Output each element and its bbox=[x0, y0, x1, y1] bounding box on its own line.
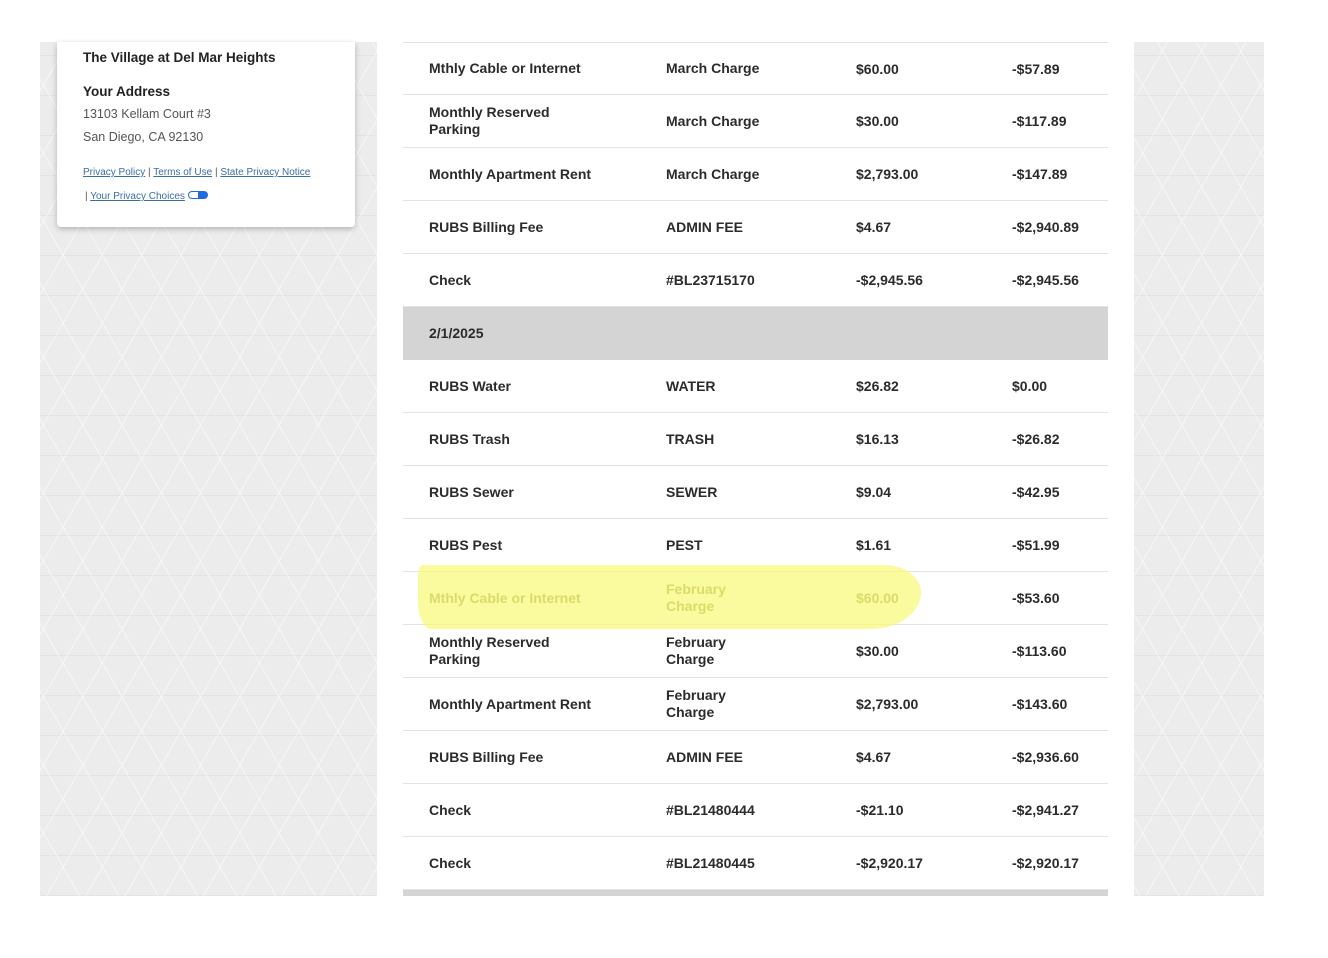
row-balance: -$2,945.56 bbox=[1012, 272, 1079, 288]
row-description: RUBS Trash bbox=[429, 430, 510, 447]
row-balance: -$2,920.17 bbox=[1012, 855, 1079, 871]
row-amount: $16.13 bbox=[856, 431, 899, 447]
footer-links: Privacy Policy | Terms of Use | State Pr… bbox=[83, 167, 355, 203]
row-balance: -$147.89 bbox=[1012, 166, 1068, 182]
row-reference: #BL23715170 bbox=[666, 271, 755, 288]
ledger-panel: Mthly Cable or Internet March Charge $60… bbox=[377, 42, 1134, 896]
property-info-card: The Village at Del Mar Heights Your Addr… bbox=[57, 42, 355, 227]
ledger-row: Check #BL21480445 -$2,920.17 -$2,920.17 bbox=[403, 837, 1108, 890]
row-amount: $60.00 bbox=[856, 590, 899, 606]
ledger-row-highlighted: Mthly Cable or Internet February Charge … bbox=[403, 572, 1108, 625]
privacy-choices-icon bbox=[187, 191, 208, 199]
row-amount: $4.67 bbox=[856, 219, 892, 235]
row-reference: TRASH bbox=[666, 430, 715, 447]
row-reference: February Charge bbox=[666, 581, 726, 614]
row-amount: $4.67 bbox=[856, 749, 892, 765]
row-amount: $1.61 bbox=[856, 537, 892, 553]
ledger-row: RUBS Sewer SEWER $9.04 -$42.95 bbox=[403, 466, 1108, 519]
row-reference: March Charge bbox=[666, 60, 760, 76]
row-description: Monthly Apartment Rent bbox=[429, 165, 592, 182]
row-amount: $9.04 bbox=[856, 484, 892, 500]
property-name: The Village at Del Mar Heights bbox=[83, 50, 276, 65]
address-line-1: 13103 Kellam Court #3 bbox=[83, 107, 211, 121]
row-amount: $60.00 bbox=[856, 60, 899, 77]
row-balance: -$57.89 bbox=[1012, 60, 1060, 77]
row-description: Mthly Cable or Internet bbox=[429, 589, 581, 606]
row-reference: WATER bbox=[666, 377, 716, 394]
ledger-table: Mthly Cable or Internet March Charge $60… bbox=[403, 42, 1108, 896]
row-reference: February Charge bbox=[666, 634, 726, 667]
row-description: RUBS Billing Fee bbox=[429, 218, 544, 235]
row-balance: -$53.60 bbox=[1012, 590, 1060, 606]
row-reference: March Charge bbox=[666, 165, 760, 182]
ledger-row: Monthly Apartment Rent March Charge $2,7… bbox=[403, 148, 1108, 201]
row-balance: -$2,941.27 bbox=[1012, 802, 1079, 818]
link-separator: | bbox=[85, 191, 88, 202]
row-reference: March Charge bbox=[666, 112, 760, 129]
ledger-row: Check #BL23715170 -$2,945.56 -$2,945.56 bbox=[403, 254, 1108, 307]
row-description: Monthly Apartment Rent bbox=[429, 695, 592, 712]
privacy-choices-link[interactable]: Your Privacy Choices bbox=[90, 191, 185, 202]
row-amount: $2,793.00 bbox=[856, 696, 919, 712]
ledger-row: RUBS Billing Fee ADMIN FEE $4.67 -$2,940… bbox=[403, 201, 1108, 254]
row-reference: ADMIN FEE bbox=[666, 748, 743, 765]
row-description: RUBS Pest bbox=[429, 536, 503, 553]
row-balance: -$117.89 bbox=[1012, 113, 1067, 129]
row-description: Monthly Reserved Parking bbox=[429, 634, 550, 667]
row-description: RUBS Water bbox=[429, 377, 511, 394]
row-balance: -$2,940.89 bbox=[1012, 219, 1079, 235]
row-description: Monthly Reserved Parking bbox=[429, 104, 550, 137]
ledger-row: Monthly Apartment Rent February Charge $… bbox=[403, 678, 1108, 731]
row-description: Check bbox=[429, 801, 472, 818]
link-separator: | bbox=[214, 167, 218, 178]
row-balance: -$113.60 bbox=[1012, 643, 1067, 659]
row-description: Check bbox=[429, 854, 472, 871]
row-balance: -$2,936.60 bbox=[1012, 749, 1079, 765]
row-balance: -$42.95 bbox=[1012, 484, 1060, 500]
ledger-row: Monthly Reserved Parking February Charge… bbox=[403, 625, 1108, 678]
address-heading: Your Address bbox=[83, 84, 171, 99]
row-amount: -$21.10 bbox=[856, 802, 904, 818]
ledger-row: RUBS Billing Fee ADMIN FEE $4.67 -$2,936… bbox=[403, 731, 1108, 784]
privacy-policy-link[interactable]: Privacy Policy bbox=[83, 167, 145, 178]
row-description: RUBS Billing Fee bbox=[429, 748, 544, 765]
row-amount: -$2,945.56 bbox=[856, 272, 923, 288]
row-description: Mthly Cable or Internet bbox=[429, 60, 581, 76]
row-reference: ADMIN FEE bbox=[666, 218, 743, 235]
row-balance: -$26.82 bbox=[1012, 431, 1060, 447]
row-description: RUBS Sewer bbox=[429, 483, 514, 500]
ledger-row: RUBS Trash TRASH $16.13 -$26.82 bbox=[403, 413, 1108, 466]
ledger-row: RUBS Pest PEST $1.61 -$51.99 bbox=[403, 519, 1108, 572]
ledger-row: Monthly Reserved Parking March Charge $3… bbox=[403, 95, 1108, 148]
row-balance: -$51.99 bbox=[1012, 537, 1060, 553]
row-reference: SEWER bbox=[666, 483, 718, 500]
row-reference: #BL21480445 bbox=[666, 854, 755, 871]
row-amount: $26.82 bbox=[856, 378, 899, 394]
ledger-row: RUBS Water WATER $26.82 $0.00 bbox=[403, 360, 1108, 413]
terms-of-use-link[interactable]: Terms of Use bbox=[153, 167, 212, 178]
date-group-header: 2/1/2025 bbox=[403, 307, 1108, 360]
ledger-row: Check #BL21480444 -$21.10 -$2,941.27 bbox=[403, 784, 1108, 837]
next-date-group-header bbox=[403, 890, 1108, 896]
row-amount: $30.00 bbox=[856, 643, 899, 659]
date-group-label: 2/1/2025 bbox=[429, 325, 484, 341]
row-amount: $2,793.00 bbox=[856, 166, 919, 182]
link-separator: | bbox=[148, 167, 151, 178]
ledger-row: Mthly Cable or Internet March Charge $60… bbox=[403, 42, 1108, 95]
row-reference: PEST bbox=[666, 536, 703, 553]
row-balance: $0.00 bbox=[1012, 378, 1048, 394]
row-reference: February Charge bbox=[666, 687, 726, 720]
row-amount: -$2,920.17 bbox=[856, 855, 923, 871]
row-reference: #BL21480444 bbox=[666, 801, 755, 818]
state-privacy-notice-link[interactable]: State Privacy Notice bbox=[220, 167, 310, 178]
row-balance: -$143.60 bbox=[1012, 696, 1068, 712]
row-amount: $30.00 bbox=[856, 113, 899, 129]
address-line-2: San Diego, CA 92130 bbox=[83, 130, 204, 144]
row-description: Check bbox=[429, 271, 472, 288]
